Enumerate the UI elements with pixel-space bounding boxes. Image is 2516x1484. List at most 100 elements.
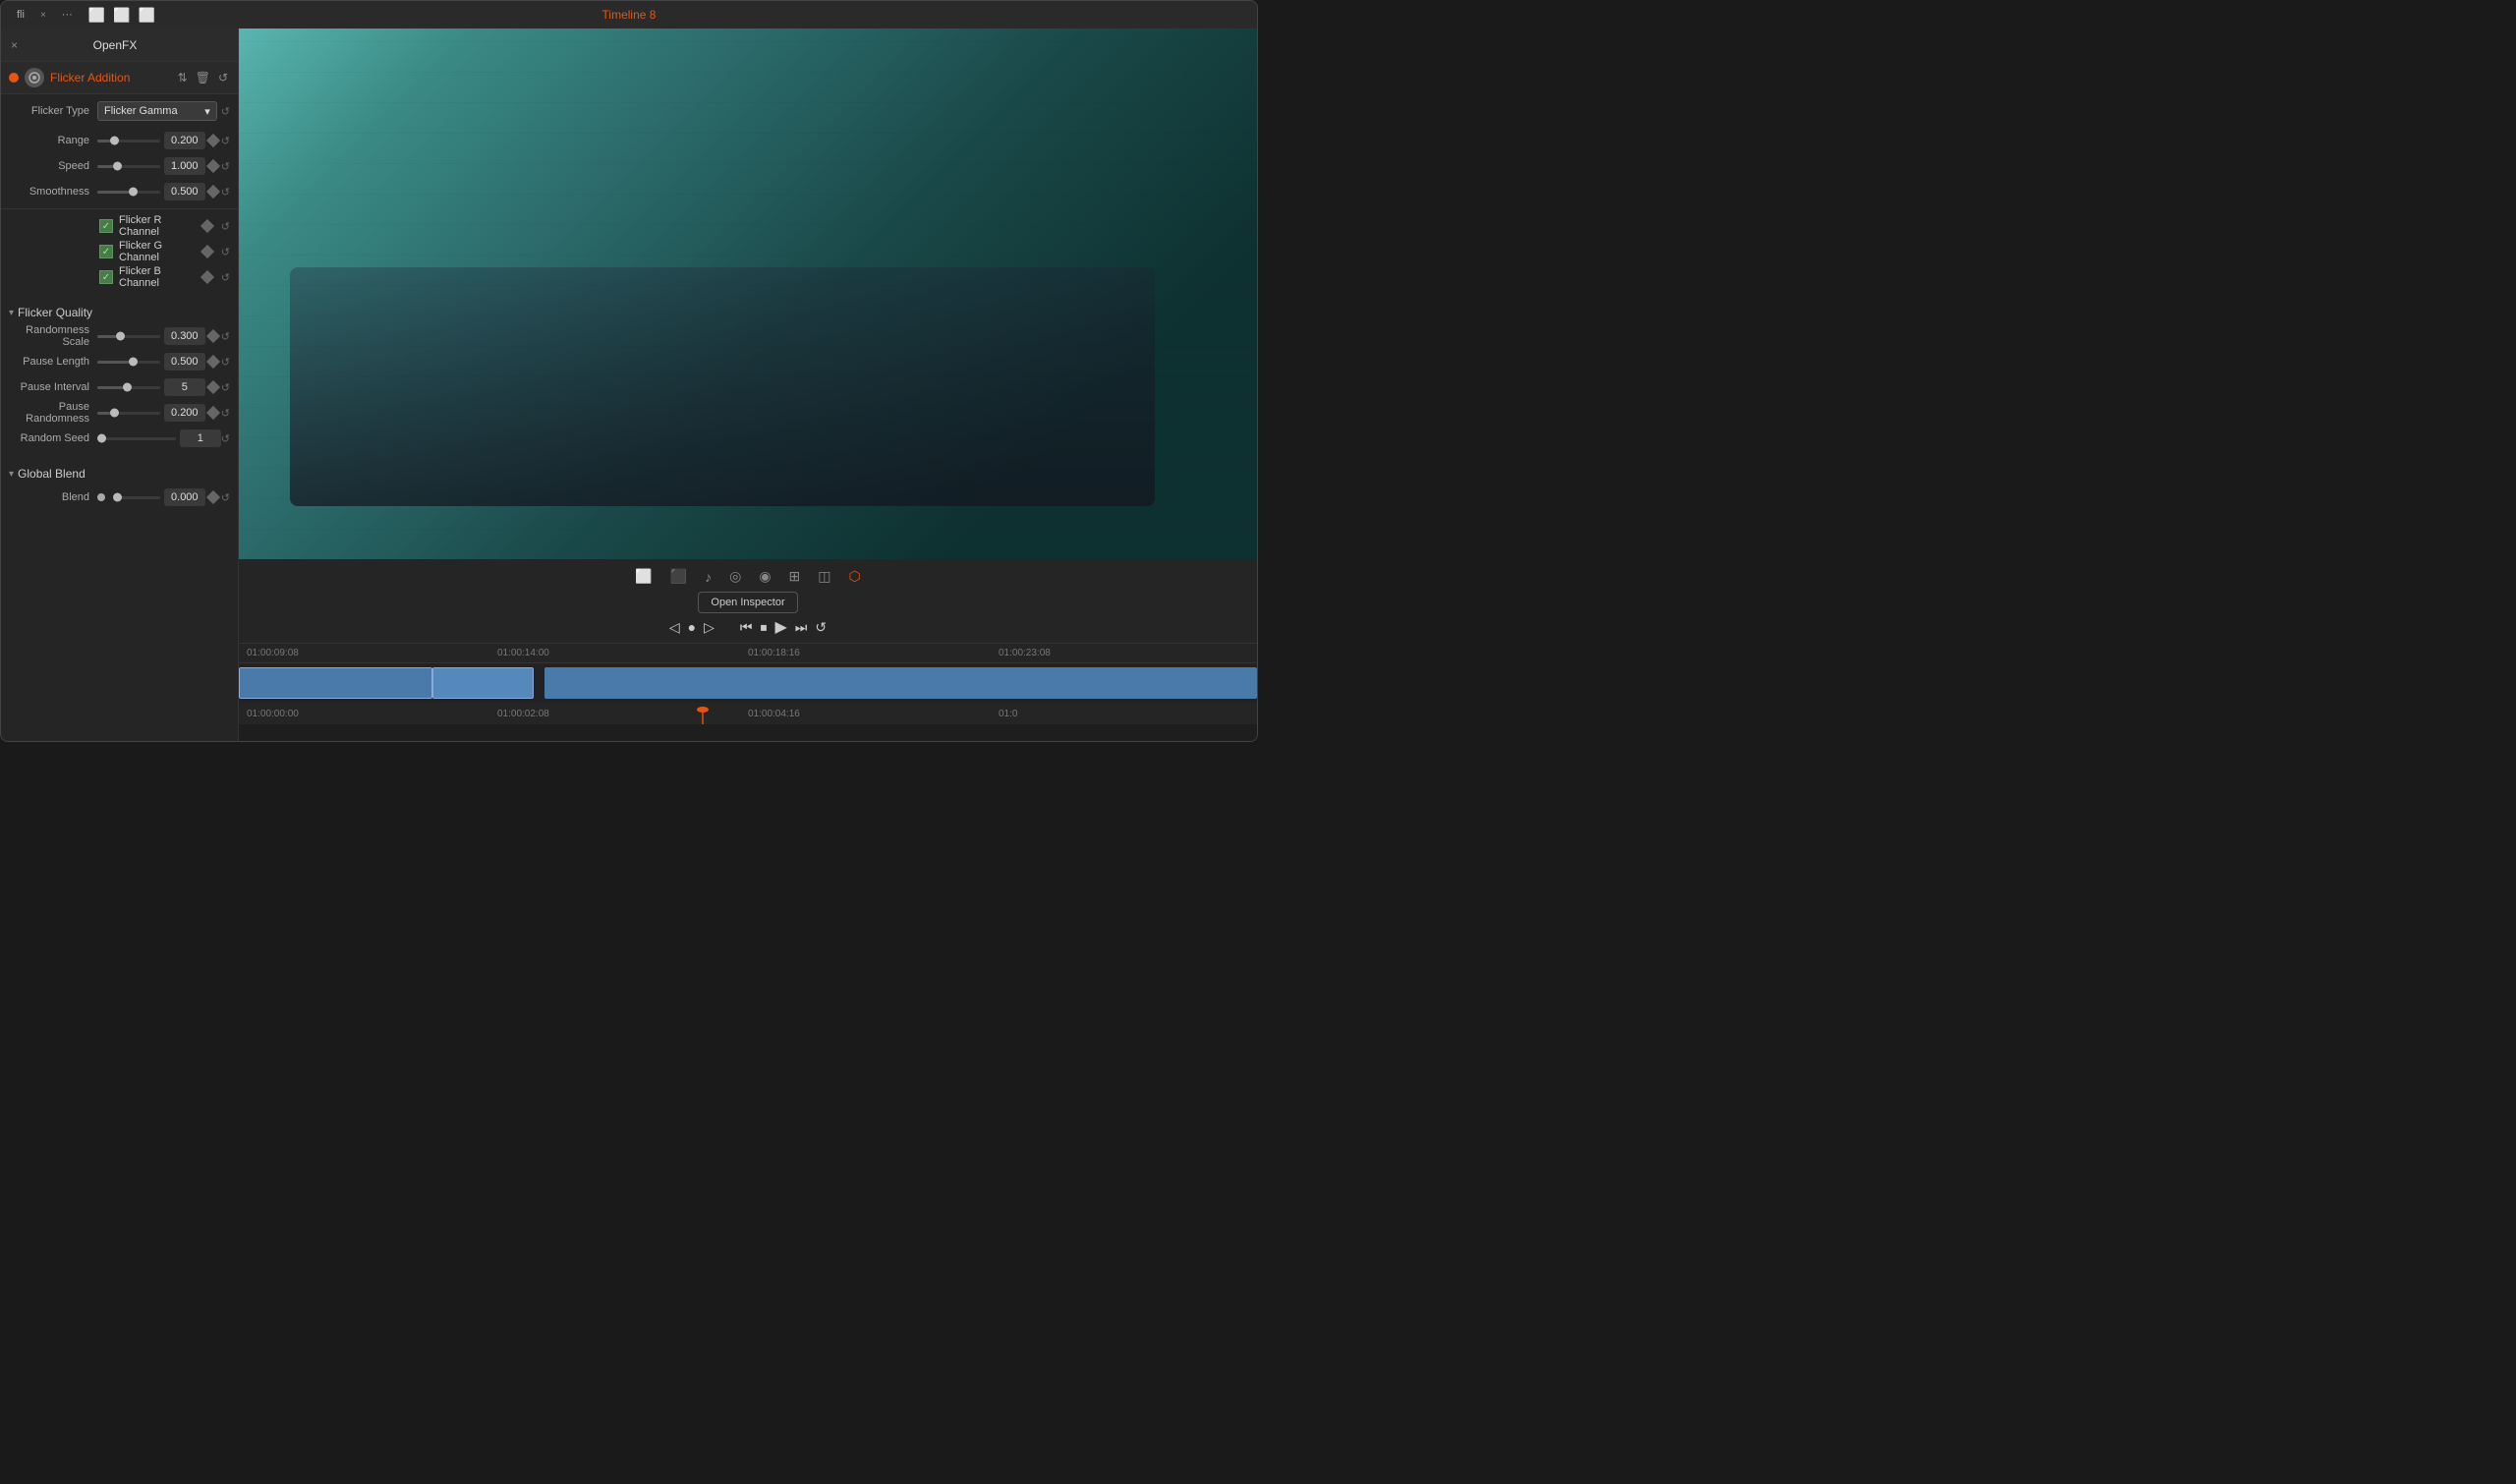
pause-length-value-input[interactable] — [164, 353, 205, 371]
smoothness-keyframe-diamond[interactable] — [206, 185, 220, 199]
tab-fli[interactable]: fli — [9, 7, 32, 23]
speed-label: Speed — [9, 160, 97, 172]
speed-keyframe-diamond[interactable] — [206, 159, 220, 173]
speed-row: Speed ↺ — [1, 153, 238, 179]
flicker-b-keyframe-diamond[interactable] — [200, 270, 214, 284]
flicker-b-checkbox[interactable]: ✓ — [99, 270, 113, 284]
speed-reset-icon[interactable]: ↺ — [221, 160, 230, 173]
pause-length-keyframe-diamond[interactable] — [206, 355, 220, 369]
play-btn[interactable]: ▶ — [774, 617, 786, 637]
open-inspector-button[interactable]: Open Inspector — [698, 592, 797, 613]
blend-slider-track[interactable] — [113, 496, 160, 499]
randomness-scale-keyframe-diamond[interactable] — [206, 329, 220, 343]
flicker-quality-header[interactable]: ▾ Flicker Quality — [1, 302, 238, 323]
pause-interval-slider-thumb[interactable] — [123, 383, 132, 392]
randomness-scale-slider-track[interactable] — [97, 335, 160, 338]
flicker-type-dropdown[interactable]: Flicker Gamma ▾ — [97, 101, 217, 121]
transform-icon[interactable]: ⬛ — [667, 565, 690, 588]
smoothness-value-input[interactable] — [164, 183, 205, 200]
flicker-g-check-icon: ✓ — [102, 247, 110, 257]
blend-icon[interactable]: ◫ — [815, 565, 833, 588]
range-slider-thumb[interactable] — [110, 137, 119, 145]
pause-randomness-reset-icon[interactable]: ↺ — [221, 407, 230, 420]
effect-active-dot[interactable] — [9, 73, 19, 83]
pause-randomness-slider-track[interactable] — [97, 412, 160, 415]
track-clip-1[interactable] — [239, 667, 432, 699]
effect-reset-icon[interactable]: ↺ — [216, 69, 230, 86]
pause-interval-value-input[interactable] — [164, 378, 205, 396]
random-seed-value-input[interactable] — [180, 429, 221, 447]
loop-btn[interactable]: ↺ — [815, 619, 827, 636]
pause-interval-reset-icon[interactable]: ↺ — [221, 381, 230, 394]
smoothness-slider-track[interactable] — [97, 191, 160, 194]
smoothness-reset-icon[interactable]: ↺ — [221, 186, 230, 199]
openfx-icon[interactable]: ⬡ — [846, 565, 864, 588]
pause-interval-keyframe-diamond[interactable] — [206, 380, 220, 394]
range-value-input[interactable] — [164, 132, 205, 149]
pause-length-reset-icon[interactable]: ↺ — [221, 356, 230, 369]
track-clip-2[interactable] — [432, 667, 535, 699]
range-reset-icon[interactable]: ↺ — [221, 135, 230, 147]
flicker-quality-title: Flicker Quality — [18, 306, 92, 319]
crop-icon[interactable]: ⬜ — [632, 565, 655, 588]
audio-icon[interactable]: ♪ — [702, 566, 715, 588]
panel-close-btn[interactable]: × — [11, 38, 18, 52]
blend-value-input[interactable] — [164, 488, 205, 506]
pause-length-slider-track[interactable] — [97, 361, 160, 364]
range-slider-track[interactable] — [97, 140, 160, 143]
tab-close-icon[interactable]: × — [40, 10, 46, 21]
pause-randomness-slider-thumb[interactable] — [110, 409, 119, 418]
speed-slider-track[interactable] — [97, 165, 160, 168]
flicker-r-reset-icon[interactable]: ↺ — [221, 220, 230, 233]
blend-dot-marker[interactable] — [97, 493, 105, 501]
flicker-g-checkbox[interactable]: ✓ — [99, 245, 113, 258]
video-controls: ⬜ ⬛ ♪ ◎ ◉ ⊞ ◫ ⬡ Open Inspector ◁ ● ▷ — [239, 559, 1257, 643]
pause-interval-row: Pause Interval ↺ — [1, 374, 238, 400]
prev-keyframe-btn[interactable]: ● — [688, 619, 696, 635]
effect-icon — [25, 68, 44, 87]
random-seed-slider-thumb[interactable] — [97, 434, 106, 443]
global-blend-header[interactable]: ▾ Global Blend — [1, 463, 238, 485]
blend-slider-thumb[interactable] — [113, 493, 122, 502]
pause-randomness-label: Pause Randomness — [9, 401, 97, 425]
layout-icon-1[interactable]: ⬜ — [88, 7, 105, 24]
randomness-scale-reset-icon[interactable]: ↺ — [221, 330, 230, 343]
track-clip-3[interactable] — [544, 667, 1257, 699]
go-end-btn[interactable]: ⏭ — [795, 619, 808, 636]
flicker-r-checkbox[interactable]: ✓ — [99, 219, 113, 233]
speed-value-input[interactable] — [164, 157, 205, 175]
pause-randomness-slider-fill — [97, 412, 110, 415]
effect-updown-icon[interactable]: ⇅ — [176, 69, 190, 86]
random-seed-reset-icon[interactable]: ↺ — [221, 432, 230, 445]
prev-frame-btn[interactable]: ◁ — [669, 619, 680, 636]
go-start-btn[interactable]: ⏮ — [740, 619, 753, 636]
stop-btn[interactable]: ⏹ — [760, 619, 767, 636]
more-options-icon[interactable]: ··· — [54, 7, 81, 23]
flicker-g-keyframe-diamond[interactable] — [200, 245, 214, 258]
flicker-r-keyframe-diamond[interactable] — [200, 219, 214, 233]
blend-reset-icon[interactable]: ↺ — [221, 491, 230, 504]
randomness-scale-value-input[interactable] — [164, 327, 205, 345]
next-frame-btn[interactable]: ▷ — [704, 619, 715, 636]
randomness-scale-slider-thumb[interactable] — [116, 332, 125, 341]
pause-interval-slider-track[interactable] — [97, 386, 160, 389]
pause-length-slider-thumb[interactable] — [129, 358, 138, 367]
blend-keyframe-diamond[interactable] — [206, 490, 220, 504]
effects-icon[interactable]: ⊞ — [786, 565, 804, 588]
flicker-g-reset-icon[interactable]: ↺ — [221, 246, 230, 258]
color-icon[interactable]: ◎ — [726, 565, 744, 588]
flicker-type-reset-icon[interactable]: ↺ — [221, 105, 230, 118]
layout-icon-2[interactable]: ⬜ — [113, 7, 130, 24]
speed-icon[interactable]: ◉ — [756, 565, 773, 588]
smoothness-slider-thumb[interactable] — [129, 188, 138, 197]
range-keyframe-diamond[interactable] — [206, 134, 220, 147]
bottom-mark-3: 01:0 — [999, 709, 1249, 719]
layout-icon-3[interactable]: ⬜ — [139, 7, 155, 24]
pause-randomness-keyframe-diamond[interactable] — [206, 406, 220, 420]
speed-slider-thumb[interactable] — [113, 162, 122, 171]
pause-randomness-value-input[interactable] — [164, 404, 205, 422]
flicker-b-reset-icon[interactable]: ↺ — [221, 271, 230, 284]
random-seed-slider-track[interactable] — [97, 437, 176, 440]
effect-delete-icon[interactable]: 🗑 — [194, 69, 212, 86]
timeline-area: 01:00:09:08 01:00:14:00 01:00:18:16 01:0… — [239, 643, 1257, 741]
